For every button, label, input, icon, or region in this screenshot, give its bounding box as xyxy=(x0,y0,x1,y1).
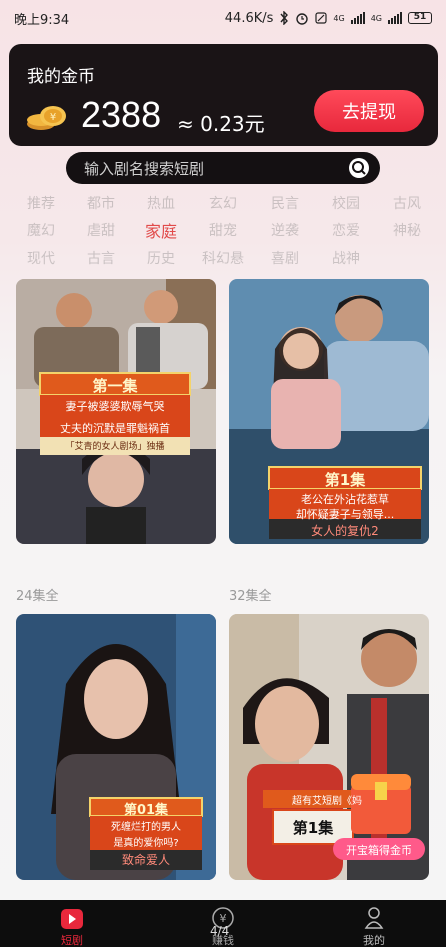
tab-mine[interactable]: 我的 xyxy=(329,900,419,947)
tab-label: 我的 xyxy=(363,934,385,947)
category-tab[interactable]: 校园 xyxy=(316,193,376,213)
withdraw-button[interactable]: 去提现 xyxy=(314,90,424,132)
drama-card[interactable]: 超有艾短剧《妈 第1集 开宝箱得金币 xyxy=(229,614,429,880)
gold-coins-icon: ¥ xyxy=(27,106,66,130)
category-tab[interactable]: 玄幻 xyxy=(193,193,253,213)
category-tab[interactable]: 科幻悬 xyxy=(193,248,253,268)
tab-short-drama[interactable]: 短剧 xyxy=(27,900,117,947)
battery-icon: 51 xyxy=(408,12,432,24)
card-caption-1: 第1集 xyxy=(324,471,366,489)
category-tab[interactable]: 热血 xyxy=(131,193,191,213)
network-type-2: 4G xyxy=(370,13,382,23)
category-tab[interactable]: 神秘 xyxy=(377,220,437,240)
search-input[interactable]: 输入剧名搜索短剧 xyxy=(66,152,380,184)
category-tab[interactable]: 推荐 xyxy=(11,193,71,213)
signal-icon xyxy=(350,12,365,24)
card-caption-4: 女人的复仇2 xyxy=(311,524,379,538)
card-caption-2: 妻子被婆婆欺辱气哭 xyxy=(65,400,165,413)
card-caption-2: 死缠烂打的男人 xyxy=(111,822,181,833)
coin-value-approx: ≈ 0.23元 xyxy=(177,112,265,136)
status-time: 晚上9:34 xyxy=(14,12,70,28)
category-tab-active[interactable]: 家庭 xyxy=(131,218,191,242)
category-tab[interactable]: 喜剧 xyxy=(255,248,315,268)
card-caption-1: 第一集 xyxy=(92,377,138,395)
card-caption-2: 老公在外沾花惹草 xyxy=(301,493,389,506)
search-placeholder: 输入剧名搜索短剧 xyxy=(84,159,205,178)
card-caption-4: 致命爱人 xyxy=(121,853,170,867)
network-speed: 44.6K/s xyxy=(224,10,274,26)
card-caption-1: 第1集 xyxy=(292,819,334,837)
category-tab[interactable]: 古言 xyxy=(71,248,131,268)
card-caption-4: 「艾青的女人剧场」独播 xyxy=(65,442,165,452)
coin-card: 我的金币 ¥ 2388 ≈ 0.23元 去提现 xyxy=(9,44,438,146)
category-tab[interactable]: 魔幻 xyxy=(11,220,71,240)
play-icon xyxy=(61,909,83,929)
card-caption-3: 是真的爱你吗? xyxy=(113,838,179,849)
coin-title: 我的金币 xyxy=(27,67,95,87)
drama-card[interactable]: 第1集 老公在外沾花惹草 却怀疑妻子与领导... 女人的复仇2 xyxy=(229,279,429,544)
category-tab[interactable]: 甜宠 xyxy=(193,220,253,240)
treasure-chest-icon[interactable] xyxy=(351,774,411,834)
card-caption-3: 丈夫的沉默是罪魁祸首 xyxy=(60,422,170,435)
network-type-1: 4G xyxy=(333,13,345,23)
svg-text:¥: ¥ xyxy=(50,112,56,123)
category-tab[interactable]: 历史 xyxy=(131,248,191,268)
episode-count: 24集全 xyxy=(16,589,59,604)
treasure-chest-label[interactable]: 开宝箱得金币 xyxy=(333,842,425,858)
drama-card[interactable]: 第01集 死缠烂打的男人 是真的爱你吗? 致命爱人 xyxy=(16,614,216,880)
card-caption-1: 第01集 xyxy=(123,803,169,818)
card-caption-3: 却怀疑妻子与领导... xyxy=(295,508,395,521)
category-tab[interactable]: 都市 xyxy=(71,193,131,213)
status-bar: 晚上9:34 44.6K/s 4G 4G 51 xyxy=(0,0,446,36)
tab-label: 短剧 xyxy=(61,934,83,947)
category-tab[interactable]: 恋爱 xyxy=(316,220,376,240)
category-tab[interactable]: 逆袭 xyxy=(255,220,315,240)
category-tab[interactable]: 古风 xyxy=(377,193,437,213)
drama-poster xyxy=(229,614,429,880)
signal-icon-2 xyxy=(388,12,402,24)
category-tab[interactable]: 民言 xyxy=(255,193,315,213)
coin-amount: 2388 xyxy=(81,94,162,135)
category-tab[interactable]: 现代 xyxy=(11,248,71,268)
category-tab[interactable]: 战神 xyxy=(316,248,376,268)
search-icon[interactable] xyxy=(348,157,370,179)
category-tab[interactable]: 虐甜 xyxy=(71,220,131,240)
alarm-icon xyxy=(296,13,309,25)
mute-icon xyxy=(315,12,328,24)
bluetooth-icon xyxy=(280,11,289,25)
episode-count: 32集全 xyxy=(229,589,272,604)
page-indicator: 4/4 xyxy=(210,924,230,938)
drama-card[interactable]: 第一集 妻子被婆婆欺辱气哭 丈夫的沉默是罪魁祸首 「艾青的女人剧场」独播 xyxy=(16,279,216,544)
user-icon xyxy=(364,907,384,929)
